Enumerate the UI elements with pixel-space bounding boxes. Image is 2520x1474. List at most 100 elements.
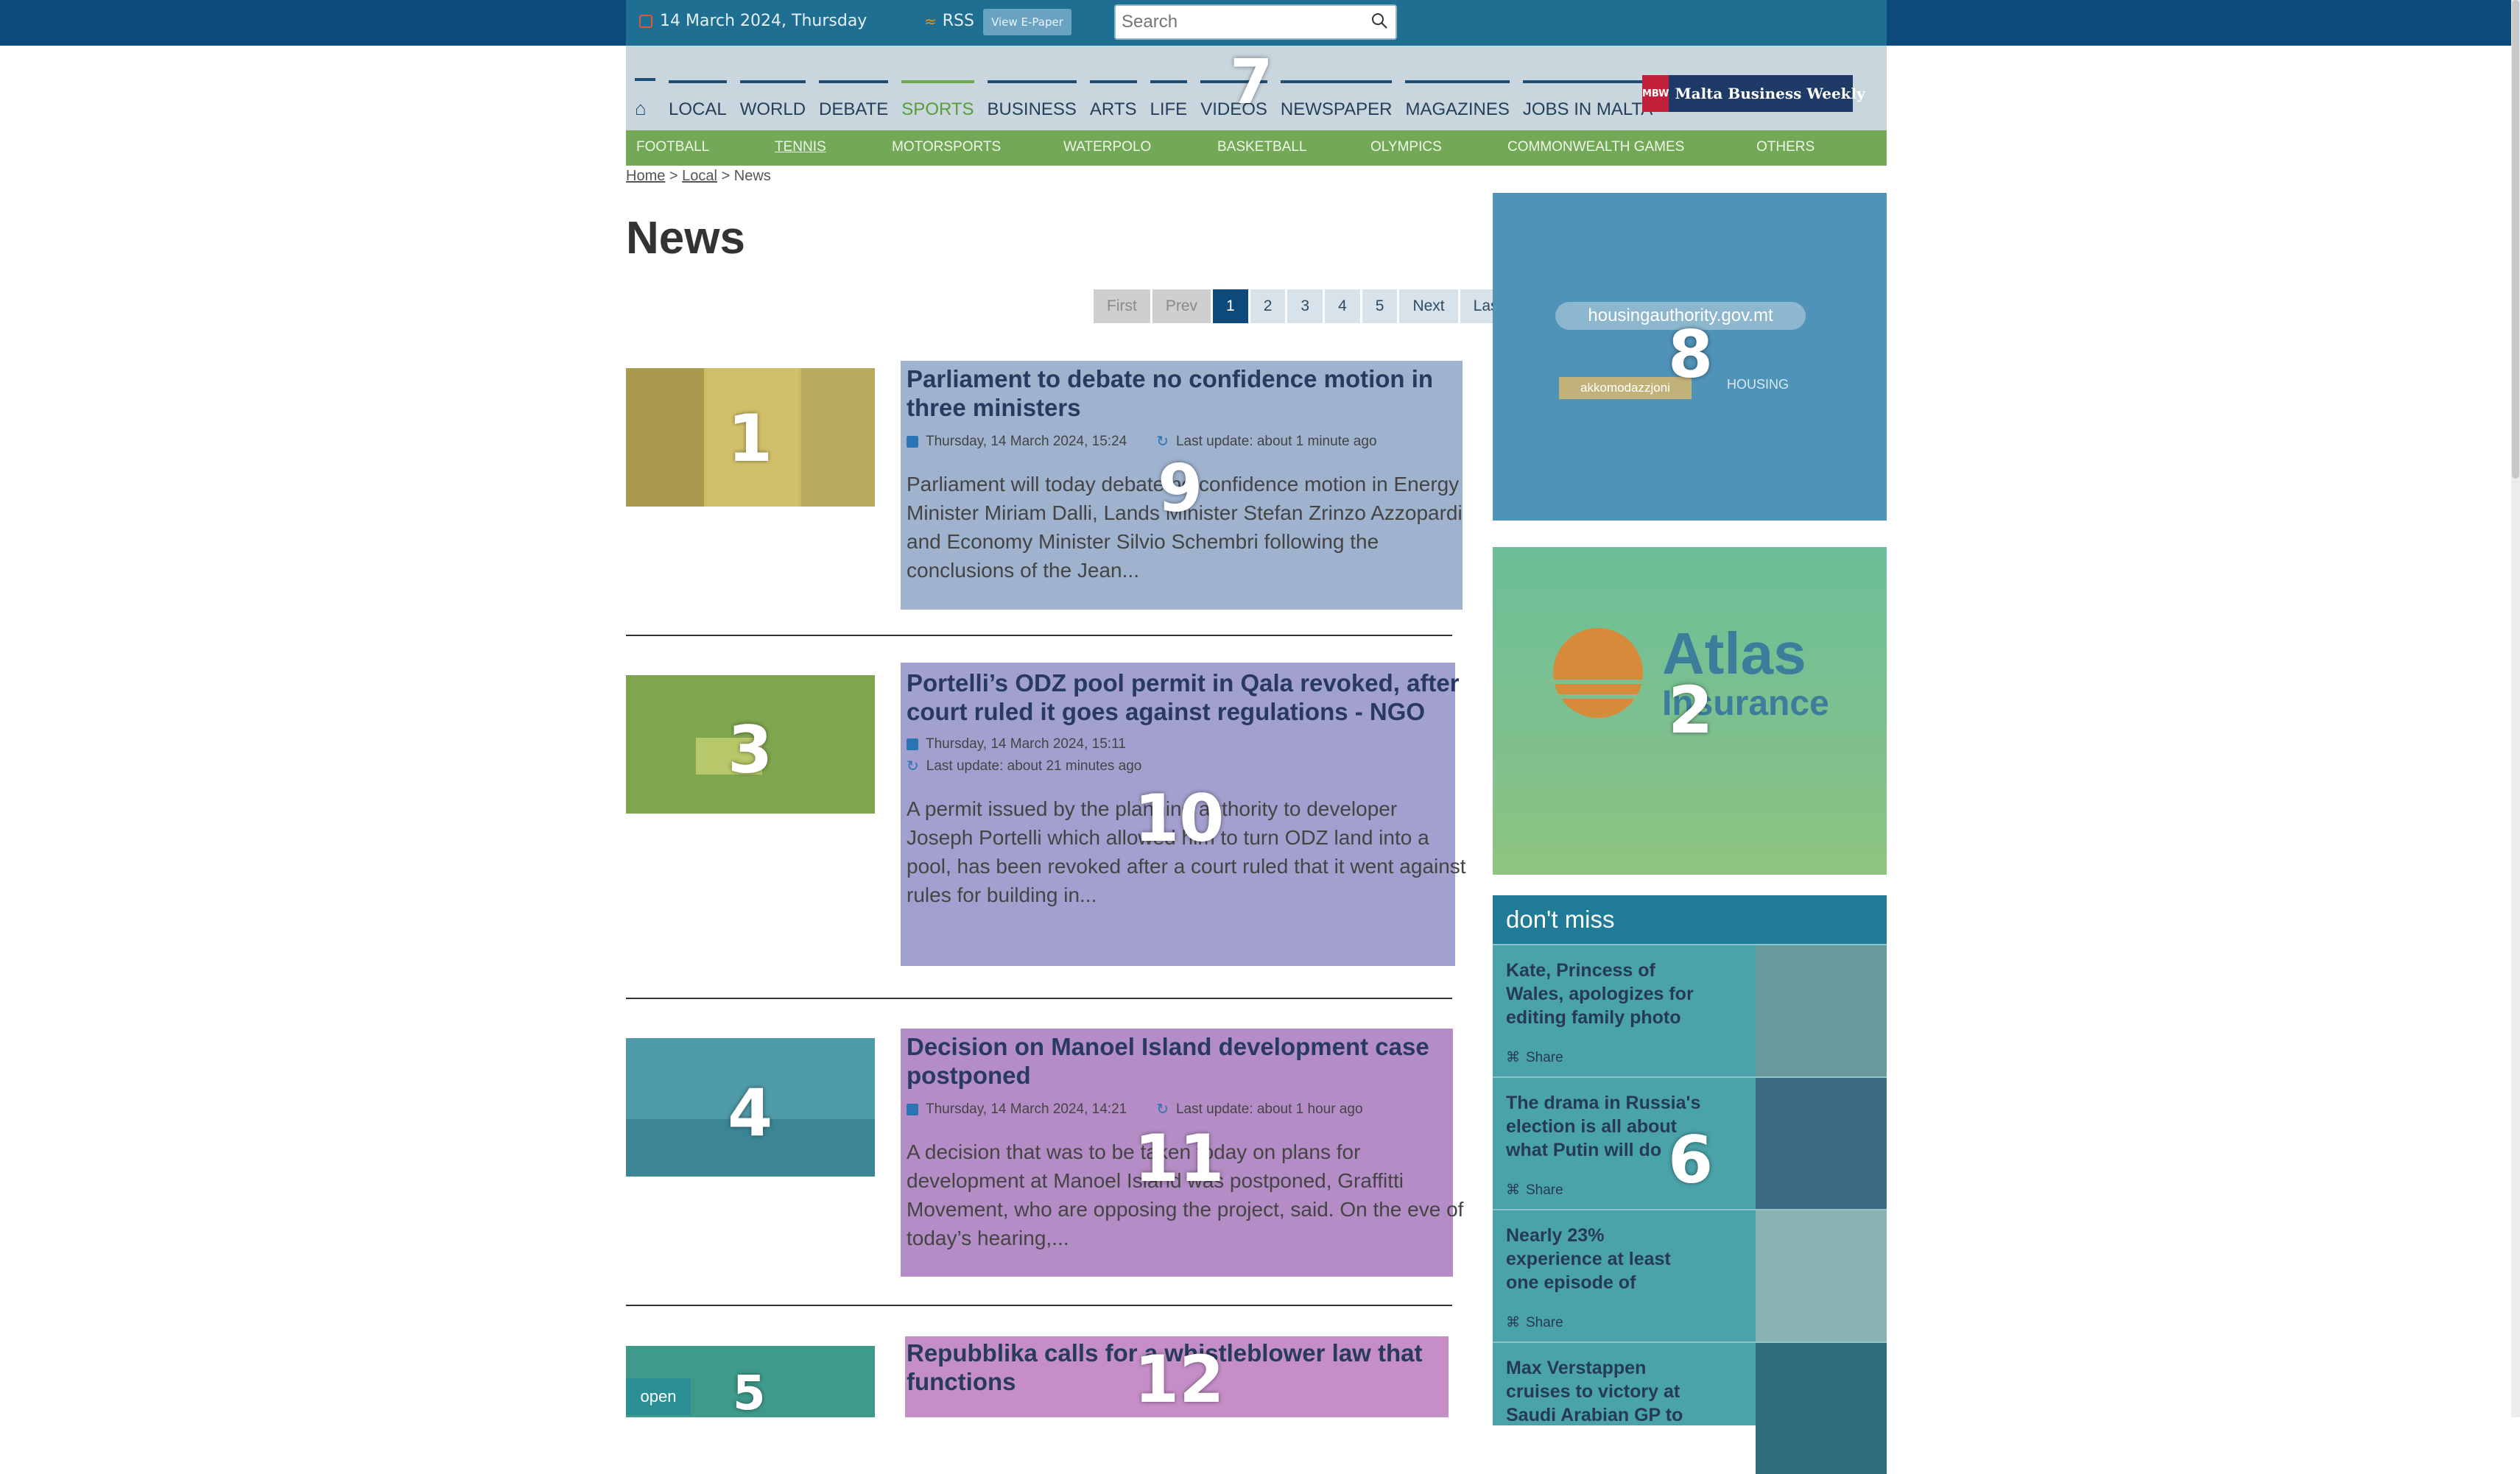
share-button[interactable]: ⌘ Share [1506, 1049, 1563, 1066]
page-scrollbar[interactable] [2511, 0, 2520, 1417]
breadcrumb-local[interactable]: Local [682, 168, 717, 184]
page-next[interactable]: Next [1399, 289, 1458, 323]
dont-miss-title[interactable]: The drama in Russia's election is all ab… [1506, 1091, 1705, 1162]
article-meta: Thursday, 14 March 2024, 15:24 ↻ Last up… [907, 432, 1466, 451]
article-update: Last update: about 1 minute ago [1175, 433, 1377, 449]
article-item: Decision on Manoel Island development ca… [907, 1032, 1466, 1252]
view-epaper-button[interactable]: View E-Paper [983, 9, 1071, 35]
breadcrumb-sep: > [721, 168, 731, 184]
article-excerpt: A decision that was to be taken today on… [907, 1140, 1464, 1249]
dont-miss-image[interactable] [1756, 1210, 1887, 1341]
list-item[interactable]: Nearly 23% experience at least one episo… [1493, 1209, 1887, 1341]
nav-newspaper[interactable]: NEWSPAPER [1280, 80, 1393, 120]
subnav-basketball[interactable]: BASKETBALL [1217, 139, 1306, 155]
article-update: Last update: about 21 minutes ago [926, 758, 1142, 774]
share-label: Share [1526, 1182, 1563, 1198]
page-title: News [626, 213, 745, 264]
calendar-icon [639, 14, 652, 28]
marker-5: 5 [733, 1367, 766, 1417]
subnav-football[interactable]: FOOTBALL [636, 139, 709, 155]
subnav-others[interactable]: OTHERS [1756, 139, 1815, 155]
nav-videos[interactable]: VIDEOS [1200, 80, 1267, 120]
article-date: Thursday, 14 March 2024, 14:21 [926, 1101, 1127, 1117]
share-icon: ⌘ [1506, 1315, 1520, 1330]
subnav-olympics[interactable]: OLYMPICS [1370, 139, 1442, 155]
dont-miss-image[interactable] [1756, 1078, 1887, 1209]
nav-jobs[interactable]: JOBS IN MALTA [1522, 80, 1653, 120]
home-icon[interactable]: ⌂ [635, 78, 655, 120]
search-icon[interactable] [1370, 12, 1388, 29]
calendar-icon [907, 435, 918, 448]
divider [626, 998, 1452, 999]
article-title[interactable]: Parliament to debate no confidence motio… [907, 364, 1466, 422]
main-nav: ⌂ LOCAL WORLD DEBATE SPORTS BUSINESS ART… [626, 46, 1887, 130]
top-bar-inner: 14 March 2024, Thursday ≈ RSS View E-Pap… [626, 0, 1887, 46]
dont-miss-title[interactable]: Max Verstappen cruises to victory at Sau… [1506, 1356, 1705, 1427]
share-button[interactable]: ⌘ Share [1506, 1182, 1563, 1199]
breadcrumb-current: News [733, 168, 771, 184]
share-button[interactable]: ⌘ Share [1506, 1314, 1563, 1331]
article-thumbnail[interactable]: 1 [626, 368, 875, 507]
pagination: First Prev 1 2 3 4 5 Next Last [1094, 289, 1516, 323]
nav-arts[interactable]: ARTS [1089, 80, 1137, 120]
page-3[interactable]: 3 [1287, 289, 1323, 323]
article-excerpt: A permit issued by the planning authorit… [907, 797, 1466, 906]
page-first[interactable]: First [1094, 289, 1150, 323]
list-item[interactable]: Kate, Princess of Wales, apologizes for … [1493, 944, 1887, 1076]
nav-world[interactable]: WORLD [739, 80, 806, 120]
atlas-logo-line [1544, 680, 1655, 684]
breadcrumb-home[interactable]: Home [626, 168, 665, 184]
article-title[interactable]: Decision on Manoel Island development ca… [907, 1032, 1466, 1090]
nav-debate[interactable]: DEBATE [819, 80, 889, 120]
housing-logo: HOUSING [1727, 377, 1789, 392]
nav-local[interactable]: LOCAL [669, 80, 727, 120]
article-excerpt: Parliament will today debate no confiden… [907, 473, 1463, 582]
page-prev[interactable]: Prev [1152, 289, 1211, 323]
subnav-waterpolo[interactable]: WATERPOLO [1063, 139, 1151, 155]
list-item[interactable]: The drama in Russia's election is all ab… [1493, 1076, 1887, 1209]
article-thumbnail[interactable]: 3 [626, 675, 875, 814]
subnav-tennis[interactable]: TENNIS [775, 139, 826, 155]
atlas-insurance-ad[interactable]: Atlas Insurance 2 [1493, 547, 1887, 875]
article-title[interactable]: Portelli’s ODZ pool permit in Qala revok… [907, 669, 1466, 726]
scrollbar-thumb[interactable] [2512, 0, 2519, 479]
atlas-title: Atlas [1662, 621, 1806, 686]
nav-business[interactable]: BUSINESS [987, 80, 1077, 120]
share-icon: ⌘ [1506, 1182, 1520, 1198]
share-icon: ⌘ [1506, 1050, 1520, 1065]
rss-link[interactable]: ≈ RSS [924, 12, 974, 30]
article-title[interactable]: Repubblika calls for a whistleblower law… [907, 1339, 1466, 1396]
housing-url: housingauthority.gov.mt [1555, 302, 1806, 330]
page-2[interactable]: 2 [1250, 289, 1286, 323]
breadcrumb-sep: > [669, 168, 678, 184]
atlas-sun-logo [1553, 628, 1643, 718]
article-date: Thursday, 14 March 2024, 15:24 [926, 433, 1127, 449]
mbw-label: Malta Business Weekly [1675, 85, 1865, 102]
open-badge: open [626, 1378, 691, 1415]
housing-authority-ad[interactable]: housingauthority.gov.mt akkomodazzjoni H… [1493, 193, 1887, 521]
article-thumbnail[interactable]: 4 [626, 1038, 875, 1177]
dont-miss-image[interactable] [1756, 1343, 1887, 1474]
top-bar: 14 March 2024, Thursday ≈ RSS View E-Pap… [0, 0, 2511, 46]
dont-miss-title[interactable]: Nearly 23% experience at least one episo… [1506, 1224, 1705, 1294]
nav-life[interactable]: LIFE [1150, 80, 1188, 120]
list-item[interactable]: Max Verstappen cruises to victory at Sau… [1493, 1341, 1887, 1474]
refresh-icon: ↻ [1156, 434, 1169, 450]
nav-magazines[interactable]: MAGAZINES [1405, 80, 1510, 120]
refresh-icon: ↻ [1156, 1101, 1169, 1118]
search-box [1114, 4, 1397, 40]
page-4[interactable]: 4 [1325, 289, 1360, 323]
subnav-commonwealth[interactable]: COMMONWEALTH GAMES [1507, 139, 1684, 155]
page-1[interactable]: 1 [1213, 289, 1248, 323]
dont-miss-image[interactable] [1756, 945, 1887, 1076]
nav-sports[interactable]: SPORTS [901, 80, 974, 120]
page-5[interactable]: 5 [1362, 289, 1398, 323]
breadcrumb: Home > Local > News [626, 168, 771, 185]
divider [626, 635, 1452, 636]
search-input[interactable] [1116, 11, 1359, 33]
dont-miss-title[interactable]: Kate, Princess of Wales, apologizes for … [1506, 959, 1705, 1029]
article-meta: Thursday, 14 March 2024, 14:21 ↻ Last up… [907, 1100, 1466, 1118]
mbw-banner[interactable]: MBW Malta Business Weekly [1642, 75, 1865, 112]
atlas-logo-line [1544, 694, 1655, 699]
subnav-motorsports[interactable]: MOTORSPORTS [892, 139, 1001, 155]
